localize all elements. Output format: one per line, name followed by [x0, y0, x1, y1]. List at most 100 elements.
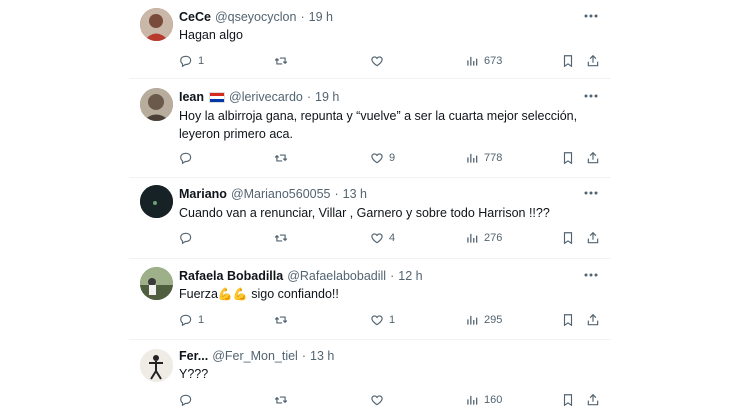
retweet-button[interactable] [274, 311, 293, 329]
timestamp[interactable]: 13 h [343, 187, 367, 201]
share-button[interactable] [586, 391, 600, 409]
views-button[interactable]: 778 [465, 149, 502, 167]
more-icon [584, 191, 598, 195]
retweet-button[interactable] [274, 52, 293, 70]
bookmark-button[interactable] [561, 52, 575, 70]
display-name[interactable]: CeCe [179, 10, 211, 24]
share-button[interactable] [586, 229, 600, 247]
tweet-text-suffix: sigo confiando!! [251, 287, 339, 301]
user-handle[interactable]: @Rafaelabobadill [287, 269, 386, 283]
like-button[interactable] [370, 391, 389, 409]
reply-button[interactable]: 1 [179, 311, 204, 329]
like-button[interactable]: 9 [370, 149, 395, 167]
more-icon [584, 273, 598, 277]
retweet-icon [274, 396, 288, 404]
reply-tweet[interactable]: CeCe @qseyocyclon · 19 h Hagan algo 1 67… [129, 0, 611, 78]
like-button[interactable]: 4 [370, 229, 395, 247]
more-icon [584, 94, 598, 98]
reply-button[interactable] [179, 229, 198, 247]
tweet-header: Fer... @Fer_Mon_tiel · 13 h [179, 347, 334, 365]
timestamp[interactable]: 19 h [309, 10, 333, 24]
share-button[interactable] [586, 149, 600, 167]
timestamp[interactable]: 13 h [310, 349, 334, 363]
analytics-icon [467, 395, 478, 405]
heart-icon [371, 153, 383, 164]
like-count: 4 [389, 232, 396, 244]
reply-feed: CeCe @qseyocyclon · 19 h Hagan algo 1 67… [129, 0, 611, 416]
more-icon [584, 14, 598, 18]
tweet-text: Cuando van a renunciar, Villar , Garnero… [179, 206, 550, 220]
retweet-icon [274, 154, 288, 162]
avatar[interactable] [140, 349, 173, 382]
reply-icon [180, 55, 192, 68]
view-count: 295 [484, 314, 503, 326]
analytics-icon [467, 153, 478, 163]
user-handle[interactable]: @qseyocyclon [215, 10, 296, 24]
retweet-icon [274, 57, 288, 65]
more-options-button[interactable] [581, 8, 601, 24]
avatar[interactable] [140, 88, 173, 121]
view-count: 673 [484, 55, 503, 67]
like-button[interactable]: 1 [370, 311, 395, 329]
retweet-icon [274, 316, 288, 324]
reply-tweet[interactable]: Iean @lerivecardo · 19 h Hoy la albirroj… [129, 79, 611, 177]
bookmark-icon [563, 152, 573, 165]
reply-count: 1 [198, 314, 205, 326]
more-options-button[interactable] [581, 88, 601, 104]
reply-tweet[interactable]: Rafaela Bobadilla @Rafaelabobadill · 12 … [129, 259, 611, 339]
reply-tweet[interactable]: Mariano @Mariano560055 · 13 h Cuando van… [129, 178, 611, 258]
display-name[interactable]: Iean [179, 90, 204, 104]
tweet-text: Hagan algo [179, 28, 243, 42]
views-button[interactable]: 276 [465, 229, 502, 247]
reply-icon [180, 232, 192, 245]
separator-dot: · [390, 269, 395, 283]
user-handle[interactable]: @Mariano560055 [231, 187, 331, 201]
paraguay-flag-icon [209, 91, 226, 103]
heart-icon [371, 395, 383, 406]
tweet-header: Rafaela Bobadilla @Rafaelabobadill · 12 … [179, 267, 423, 285]
tweet-text-prefix: Fuerza [179, 287, 218, 301]
retweet-button[interactable] [274, 229, 293, 247]
bookmark-button[interactable] [561, 229, 575, 247]
tweet-header: CeCe @qseyocyclon · 19 h [179, 8, 333, 26]
avatar[interactable] [140, 267, 173, 300]
timestamp[interactable]: 12 h [398, 269, 422, 283]
share-icon [587, 54, 599, 67]
display-name[interactable]: Mariano [179, 187, 227, 201]
retweet-button[interactable] [274, 391, 293, 409]
like-button[interactable] [370, 52, 389, 70]
share-button[interactable] [586, 52, 600, 70]
reply-tweet[interactable]: Fer... @Fer_Mon_tiel · 13 h Y??? 160 [129, 340, 611, 416]
view-count: 160 [484, 394, 503, 406]
more-options-button[interactable] [581, 185, 601, 201]
like-count: 9 [389, 152, 396, 164]
analytics-icon [467, 233, 478, 243]
tweet-text: Fuerza💪💪 sigo confiando!! [179, 285, 579, 303]
reply-count: 1 [198, 55, 205, 67]
bookmark-button[interactable] [561, 391, 575, 409]
views-button[interactable]: 673 [465, 52, 502, 70]
avatar[interactable] [140, 8, 173, 41]
reply-button[interactable]: 1 [179, 52, 204, 70]
flexed-biceps-icon: 💪💪 [217, 287, 248, 301]
more-options-button[interactable] [581, 267, 601, 283]
display-name[interactable]: Fer... [179, 349, 208, 363]
tweet-text: Y??? [179, 367, 209, 381]
reply-button[interactable] [179, 391, 198, 409]
separator-dot: · [300, 10, 305, 24]
user-handle[interactable]: @lerivecardo [229, 90, 303, 104]
share-button[interactable] [586, 311, 600, 329]
bookmark-button[interactable] [561, 149, 575, 167]
bookmark-icon [563, 394, 573, 407]
bookmark-button[interactable] [561, 311, 575, 329]
views-button[interactable]: 295 [465, 311, 502, 329]
display-name[interactable]: Rafaela Bobadilla [179, 269, 283, 283]
timestamp[interactable]: 19 h [315, 90, 339, 104]
retweet-button[interactable] [274, 149, 293, 167]
reply-button[interactable] [179, 149, 198, 167]
separator-dot: · [334, 187, 339, 201]
views-button[interactable]: 160 [465, 391, 502, 409]
user-handle[interactable]: @Fer_Mon_tiel [212, 349, 298, 363]
analytics-icon [467, 56, 478, 66]
avatar[interactable] [140, 185, 173, 218]
